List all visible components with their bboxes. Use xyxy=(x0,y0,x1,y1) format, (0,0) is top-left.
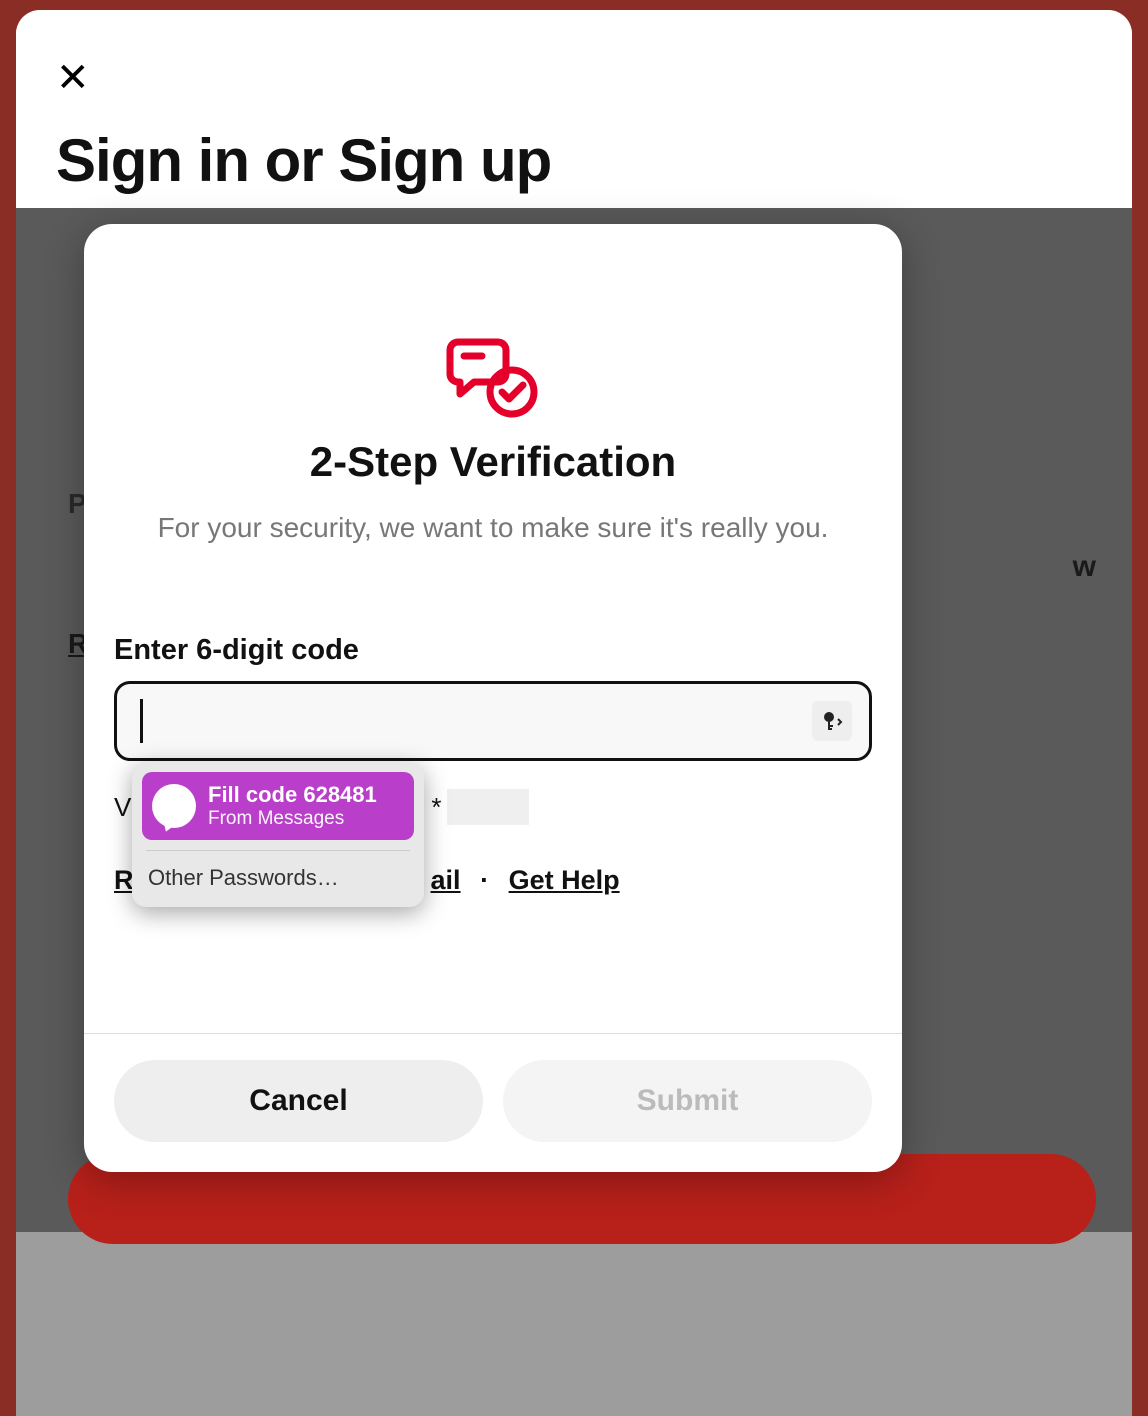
close-icon[interactable]: ✕ xyxy=(56,58,90,98)
message-verify-icon xyxy=(446,334,540,418)
fill-code-subtitle: From Messages xyxy=(208,808,377,830)
cancel-button[interactable]: Cancel xyxy=(114,1060,483,1142)
modal-subtitle: For your security, we want to make sure … xyxy=(148,512,839,544)
code-input[interactable] xyxy=(114,681,872,761)
fill-text: Fill code 628481 From Messages xyxy=(208,782,377,830)
resend-link-right[interactable]: ail xyxy=(431,865,461,895)
bg-show-text: w xyxy=(1073,550,1096,584)
link-separator: · xyxy=(480,865,489,895)
autofill-popover: Fill code 628481 From Messages Other Pas… xyxy=(132,762,424,907)
autofill-divider xyxy=(146,850,410,851)
code-label: Enter 6-digit code xyxy=(114,634,359,667)
resend-link-left[interactable]: R xyxy=(114,865,134,895)
bg-bottom xyxy=(16,1232,1132,1416)
key-icon xyxy=(820,709,844,733)
modal-footer: Cancel Submit xyxy=(84,1033,902,1172)
other-passwords-option[interactable]: Other Passwords… xyxy=(142,857,414,897)
signin-header: ✕ Sign in or Sign up xyxy=(16,10,1132,235)
submit-button[interactable]: Submit xyxy=(503,1060,872,1142)
code-input-wrap xyxy=(114,681,872,761)
sent-star: * xyxy=(431,792,441,823)
password-key-icon[interactable] xyxy=(812,701,852,741)
fill-code-title: Fill code 628481 xyxy=(208,782,377,808)
two-step-modal: 2-Step Verification For your security, w… xyxy=(84,224,902,1172)
sent-prefix: V xyxy=(114,792,131,823)
get-help-link[interactable]: Get Help xyxy=(509,865,620,895)
modal-body: 2-Step Verification For your security, w… xyxy=(84,224,902,1033)
redacted-phone xyxy=(447,789,529,825)
modal-title: 2-Step Verification xyxy=(310,438,676,486)
signin-title: Sign in or Sign up xyxy=(56,126,1092,195)
text-cursor xyxy=(140,699,143,743)
fill-code-suggestion[interactable]: Fill code 628481 From Messages xyxy=(142,772,414,840)
messages-icon xyxy=(152,784,196,828)
